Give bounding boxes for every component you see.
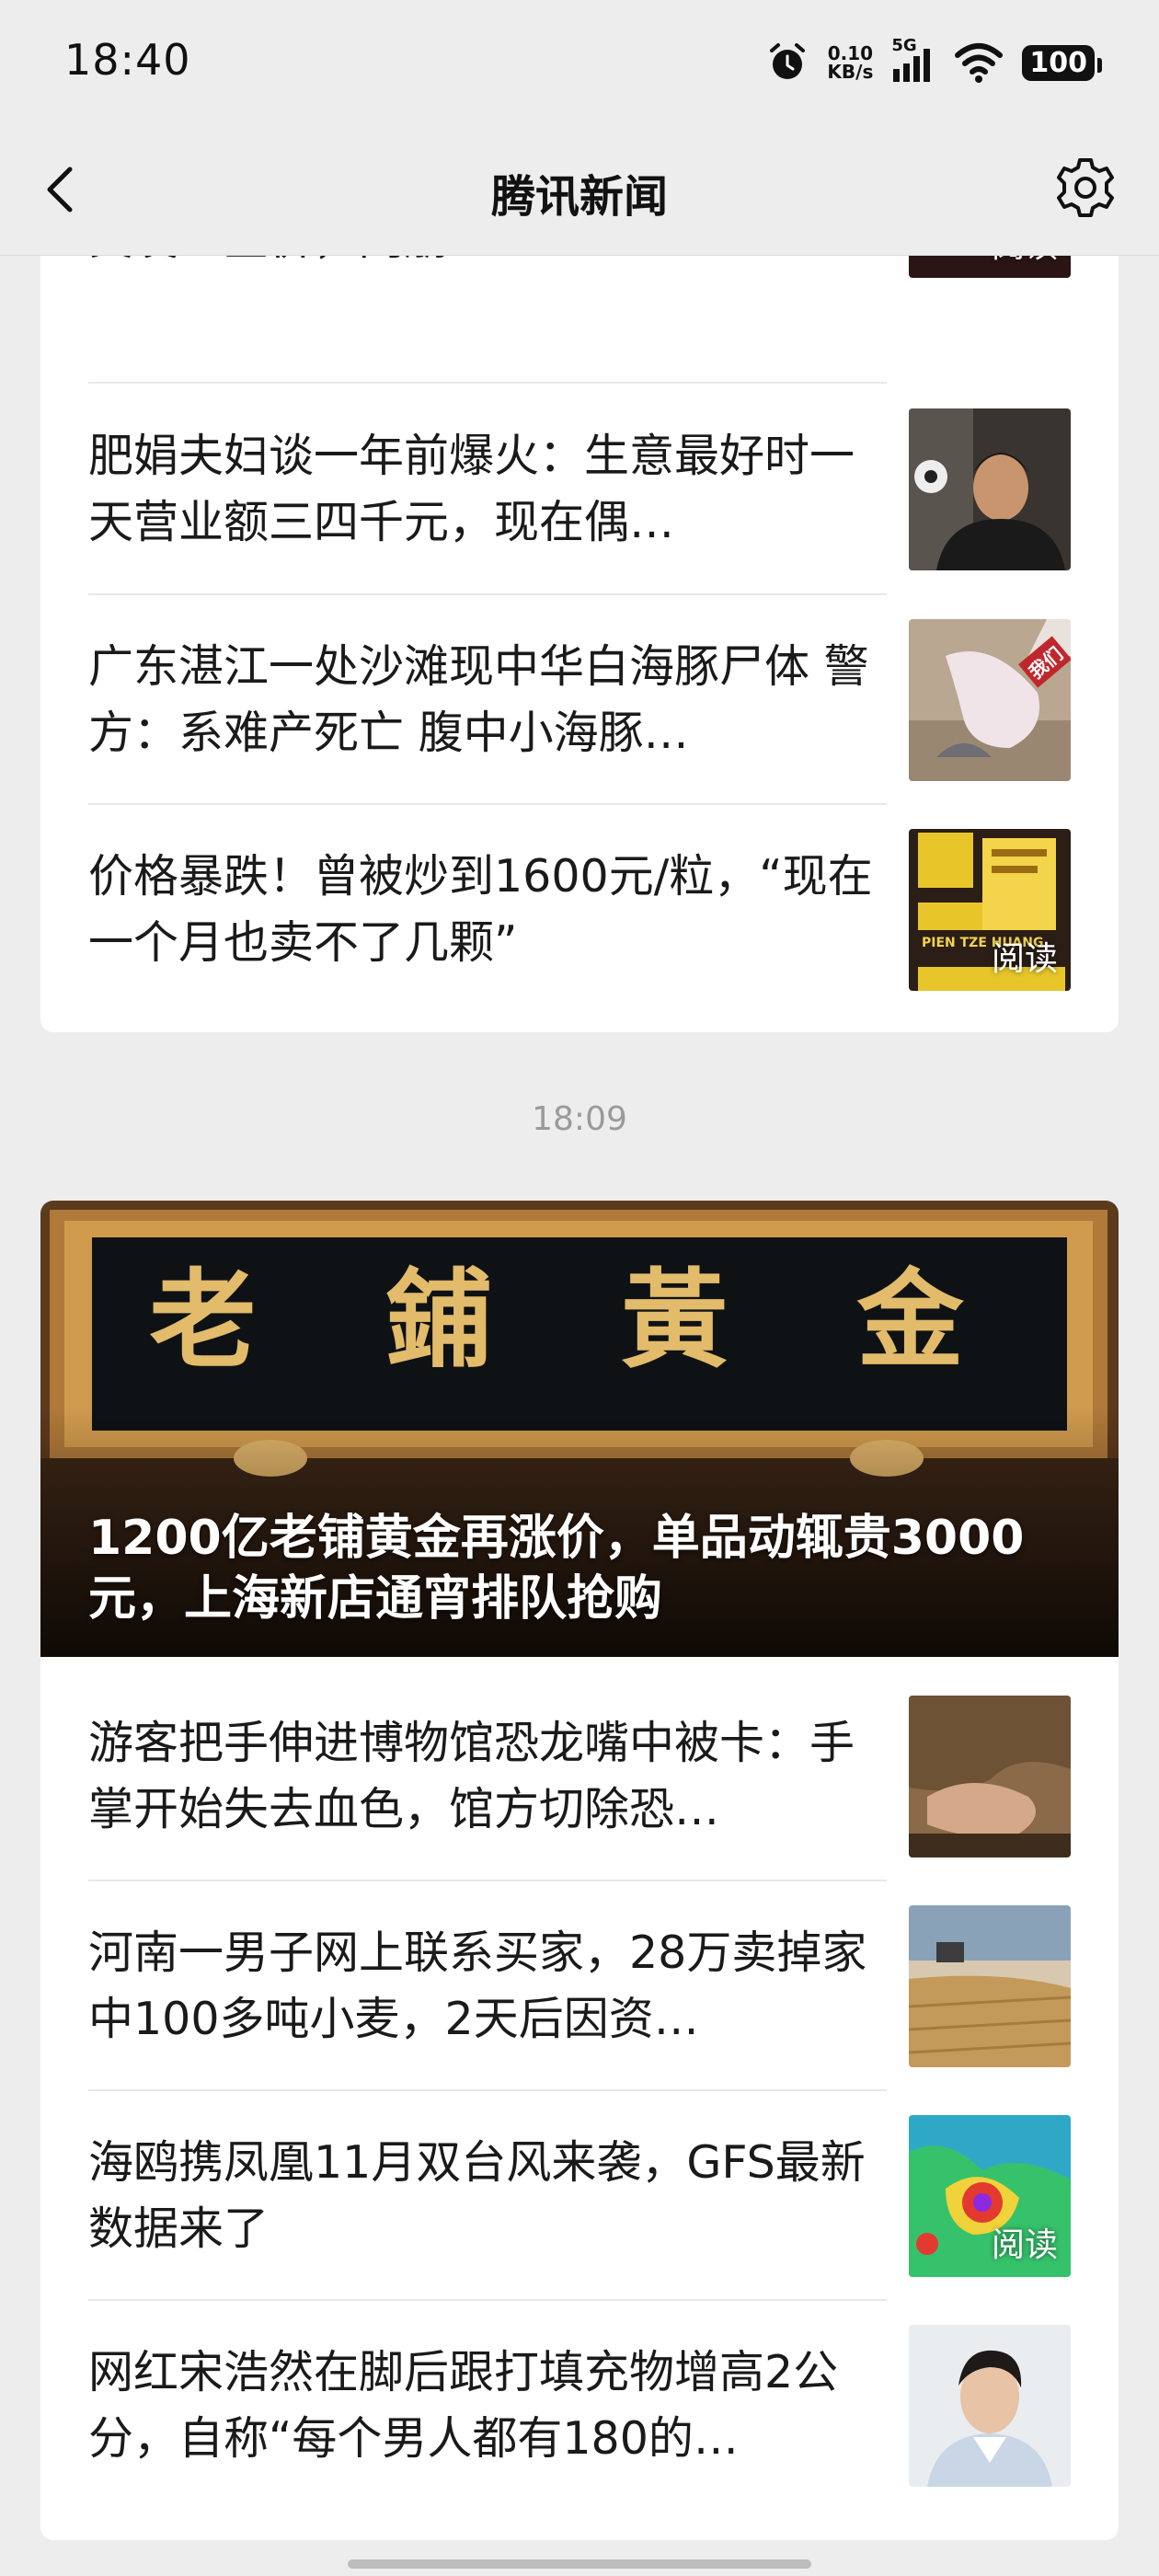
list-item[interactable]: 广东湛江一处沙滩现中华白海豚尸体 警方：系难产死亡 腹中小海豚… 我们 bbox=[88, 595, 1071, 805]
hero-banner[interactable]: 老 鋪 黃 金 1200亿老铺黄金再涨价，单品动辄贵3000元，上海新店通宵排队… bbox=[40, 1201, 1119, 1657]
list-item[interactable]: 海鸥携凤凰11月双台风来袭，GFS最新数据来了 阅读 bbox=[88, 2091, 1071, 2301]
gear-icon[interactable] bbox=[1052, 155, 1119, 221]
battery-icon: 100 bbox=[1022, 44, 1102, 81]
news-title: 网红宋浩然在脚后跟打填充物增高2公分，自称“每个男人都有180的… bbox=[88, 2346, 839, 2465]
list-item[interactable]: 价格暴跌！曾被炒到1600元/粒，“现在一个月也卖不了几颗” PIEN TZE … bbox=[88, 805, 1071, 1015]
news-thumbnail: 阅读 bbox=[909, 2115, 1071, 2277]
news-title: 河南一男子网上联系买家，28万卖掉家中100多吨小麦，2天后因资… bbox=[88, 1926, 867, 2045]
wifi-icon bbox=[955, 43, 1004, 83]
news-group-1: 突发！金价，闪崩 阅读 肥娟夫妇谈一年前爆火：生意最好时一天营业额三 bbox=[40, 138, 1119, 1032]
page-title: 腾讯新闻 bbox=[490, 171, 668, 223]
news-group-2: 老 鋪 黃 金 1200亿老铺黄金再涨价，单品动辄贵3000元，上海新店通宵排队… bbox=[40, 1201, 1119, 2540]
status-time: 18:40 bbox=[64, 35, 191, 85]
news-thumbnail bbox=[909, 1696, 1071, 1857]
read-tag: 阅读 bbox=[991, 2226, 1058, 2264]
net-speed: 0.10 KB/s bbox=[827, 44, 873, 81]
hero-title: 1200亿老铺黄金再涨价，单品动辄贵3000元，上海新店通宵排队抢购 bbox=[88, 1511, 1025, 1627]
news-thumbnail bbox=[909, 1905, 1071, 2067]
news-title: 广东湛江一处沙滩现中华白海豚尸体 警方：系难产死亡 腹中小海豚… bbox=[88, 640, 869, 759]
status-bar: 18:40 0.10 KB/s 5G 100 bbox=[0, 0, 1159, 123]
news-title: 肥娟夫妇谈一年前爆火：生意最好时一天营业额三四千元，现在偶… bbox=[88, 430, 855, 548]
news-thumbnail: PIEN TZE HUANG 阅读 bbox=[909, 829, 1071, 991]
status-icons: 0.10 KB/s 5G 100 bbox=[766, 36, 1102, 88]
page: 18:40 0.10 KB/s 5G 100 肥娟夫妇谈一年前爆火：生意最好时一… bbox=[0, 0, 1159, 2576]
divider bbox=[88, 382, 887, 384]
news-title: 价格暴跌！曾被炒到1600元/粒，“现在一个月也卖不了几颗” bbox=[88, 850, 873, 969]
read-tag: 阅读 bbox=[991, 940, 1058, 978]
home-indicator[interactable] bbox=[348, 2559, 811, 2569]
alarm-icon bbox=[770, 43, 806, 79]
news-title: 海鸥携凤凰11月双台风来袭，GFS最新数据来了 bbox=[88, 2136, 866, 2255]
list-item[interactable]: 网红宋浩然在脚后跟打填充物增高2公分，自称“每个男人都有180的… bbox=[88, 2301, 1071, 2511]
signal-icon: 5G bbox=[891, 36, 935, 84]
net-speed-unit: KB/s bbox=[827, 61, 874, 83]
group-timestamp: 18:09 bbox=[532, 1100, 627, 1138]
hero-sign-text: 老 鋪 黃 金 bbox=[149, 1258, 1010, 1383]
news-thumbnail bbox=[909, 408, 1071, 570]
nav-bar: 腾讯新闻 bbox=[0, 123, 1159, 256]
list-item[interactable]: 河南一男子网上联系买家，28万卖掉家中100多吨小麦，2天后因资… bbox=[88, 1881, 1071, 2091]
news-thumbnail: 我们 bbox=[909, 619, 1071, 781]
news-title: 游客把手伸进博物馆恐龙嘴中被卡：手掌开始失去血色，馆方切除恐… bbox=[88, 1717, 855, 1835]
news-thumbnail bbox=[909, 2325, 1071, 2487]
net-speed-value: 0.10 bbox=[827, 42, 874, 64]
list-item[interactable]: 游客把手伸进博物馆恐龙嘴中被卡：手掌开始失去血色，馆方切除恐… bbox=[88, 1672, 1071, 1881]
list-item[interactable]: 肥娟夫妇谈一年前爆火：生意最好时一天营业额三四千元，现在偶… bbox=[88, 385, 1071, 594]
